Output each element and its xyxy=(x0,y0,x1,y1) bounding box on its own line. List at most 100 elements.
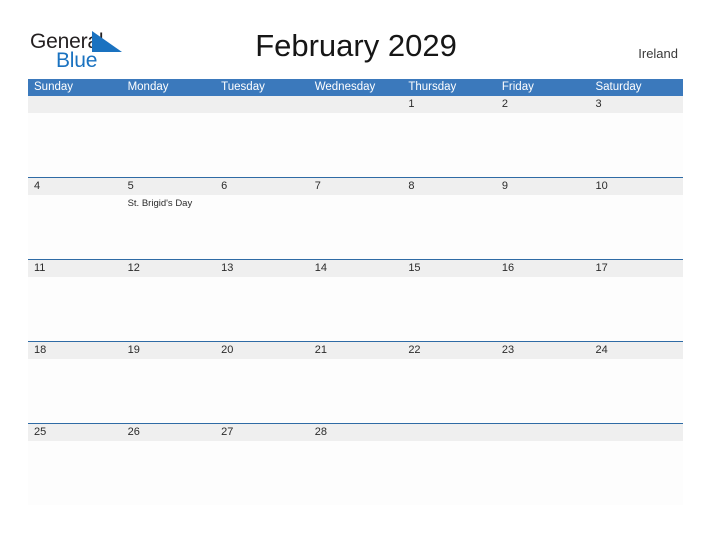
day-number: 24 xyxy=(595,344,608,356)
week-events-layer xyxy=(28,113,683,177)
day-number: 8 xyxy=(408,180,415,192)
day-cell[interactable]: 11 xyxy=(28,260,122,277)
week-events-layer xyxy=(28,359,683,423)
day-cell-empty xyxy=(28,96,122,113)
day-number: 5 xyxy=(127,180,134,192)
calendar-week-body: 1 2 3 4 5 6 7 8 9 10 St. Brigid's Day 11 12 13 14 15 16 1… xyxy=(28,96,683,505)
day-number: 9 xyxy=(501,180,509,192)
day-cell[interactable]: 5 xyxy=(122,178,216,195)
day-event-cell xyxy=(309,359,403,423)
day-event-cell xyxy=(309,441,403,505)
day-number: 10 xyxy=(595,180,608,192)
day-event-cell xyxy=(496,195,590,259)
weekday-header-saturday: Saturday xyxy=(595,81,642,93)
day-event-cell xyxy=(496,277,590,341)
weekday-header-sunday: Sunday xyxy=(34,81,74,93)
day-event-cell xyxy=(402,359,496,423)
day-cell[interactable]: 26 xyxy=(122,424,216,441)
calendar-week-row: 1 2 3 xyxy=(28,96,683,177)
day-number: 16 xyxy=(501,262,515,274)
day-number: 2 xyxy=(501,98,509,110)
weekday-header-tuesday: Tuesday xyxy=(221,81,265,93)
day-number: 20 xyxy=(221,344,234,356)
day-cell[interactable]: 15 xyxy=(402,260,496,277)
day-cell[interactable]: 13 xyxy=(215,260,309,277)
day-cell[interactable]: 19 xyxy=(122,342,216,359)
day-number: 4 xyxy=(34,180,41,192)
day-number: 3 xyxy=(595,98,602,110)
day-cell[interactable]: 25 xyxy=(28,424,122,441)
day-number: 18 xyxy=(34,344,47,356)
day-cell[interactable]: 28 xyxy=(309,424,403,441)
week-events-layer xyxy=(28,441,683,505)
day-number: 22 xyxy=(408,344,421,356)
day-cell[interactable]: 1 xyxy=(402,96,496,113)
day-event-cell xyxy=(28,441,122,505)
day-cell[interactable]: 24 xyxy=(589,342,683,359)
day-number: 17 xyxy=(595,262,608,274)
day-cell-empty xyxy=(309,96,403,113)
page-header: General Blue February 2029 Ireland xyxy=(0,0,712,79)
day-cell[interactable]: 27 xyxy=(215,424,309,441)
day-cell[interactable]: 16 xyxy=(496,260,590,277)
weekday-header-row: Sunday Monday Tuesday Wednesday Thursday Frid… xyxy=(28,79,683,96)
day-cell[interactable]: 23 xyxy=(496,342,590,359)
week-date-band: 25 26 27 28 xyxy=(28,424,683,441)
day-cell[interactable]: 4 xyxy=(28,178,122,195)
day-event-cell xyxy=(402,195,496,259)
day-event-cell xyxy=(28,277,122,341)
day-event-cell xyxy=(402,277,496,341)
weekday-header-monday: Monday xyxy=(127,81,169,93)
week-events-layer xyxy=(28,277,683,341)
day-event-cell xyxy=(122,441,216,505)
day-cell[interactable]: 21 xyxy=(309,342,403,359)
day-event-cell xyxy=(496,113,590,177)
day-event-cell xyxy=(122,113,216,177)
day-cell[interactable]: 17 xyxy=(589,260,683,277)
calendar-grid: Sunday Monday Tuesday Wednesday Thursday Frid… xyxy=(28,79,683,505)
day-cell[interactable]: 8 xyxy=(402,178,496,195)
calendar-week-row: 18 19 20 21 22 23 24 xyxy=(28,341,683,423)
day-event-cell xyxy=(122,359,216,423)
day-number: 15 xyxy=(408,262,421,274)
week-date-band: 1 2 3 xyxy=(28,96,683,113)
day-event-cell xyxy=(309,277,403,341)
day-cell[interactable]: 12 xyxy=(122,260,216,277)
day-event-cell xyxy=(402,441,496,505)
day-event-cell xyxy=(589,113,683,177)
day-event-cell xyxy=(122,277,216,341)
day-event-cell xyxy=(28,113,122,177)
day-cell[interactable]: 14 xyxy=(309,260,403,277)
day-event-cell xyxy=(309,113,403,177)
day-event-cell xyxy=(496,441,590,505)
region-label: Ireland xyxy=(638,46,678,61)
day-cell[interactable]: 2 xyxy=(496,96,590,113)
day-cell[interactable]: 10 xyxy=(589,178,683,195)
day-cell[interactable]: 6 xyxy=(215,178,309,195)
day-number: 23 xyxy=(501,344,515,356)
weekday-header-thursday: Thursday xyxy=(408,81,457,93)
day-event-cell: St. Brigid's Day xyxy=(122,195,216,259)
day-cell[interactable]: 18 xyxy=(28,342,122,359)
day-cell[interactable]: 3 xyxy=(589,96,683,113)
day-number: 7 xyxy=(314,180,321,192)
day-event-cell xyxy=(28,359,122,423)
day-number: 6 xyxy=(221,180,228,192)
day-cell[interactable]: 22 xyxy=(402,342,496,359)
day-event-cell xyxy=(215,195,309,259)
calendar-week-row: 11 12 13 14 15 16 17 xyxy=(28,259,683,341)
day-cell[interactable]: 20 xyxy=(215,342,309,359)
day-number: 26 xyxy=(127,426,140,438)
week-events-layer: St. Brigid's Day xyxy=(28,195,683,259)
day-cell-empty xyxy=(402,424,496,441)
day-event-cell xyxy=(589,195,683,259)
holiday-label: St. Brigid's Day xyxy=(127,198,193,209)
day-number: 28 xyxy=(314,426,327,438)
day-event-cell xyxy=(215,359,309,423)
weekday-header-wednesday: Wednesday xyxy=(314,81,376,93)
day-cell-empty xyxy=(122,96,216,113)
day-event-cell xyxy=(215,113,309,177)
day-cell[interactable]: 7 xyxy=(309,178,403,195)
week-date-band: 4 5 6 7 8 9 10 xyxy=(28,178,683,195)
day-cell[interactable]: 9 xyxy=(496,178,590,195)
